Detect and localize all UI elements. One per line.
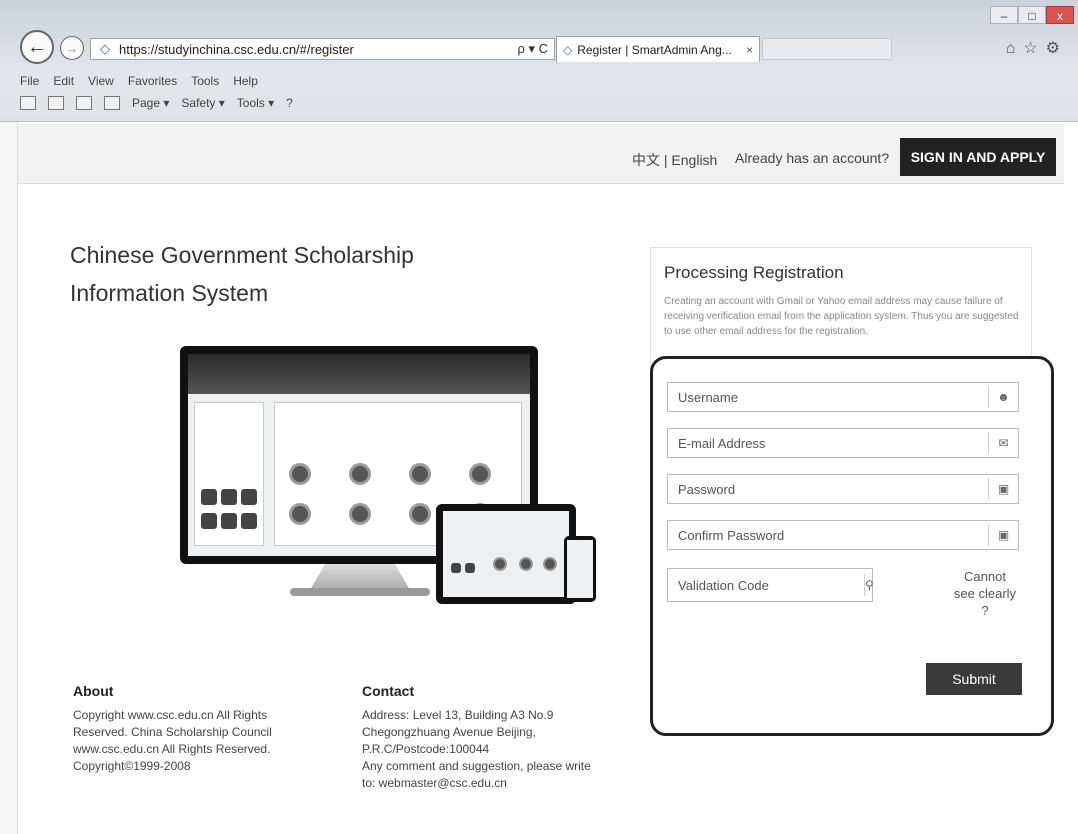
lock-icon: ▣	[988, 524, 1018, 546]
about-line: www.csc.edu.cn All Rights Reserved.	[73, 742, 271, 756]
cannot-see-clearly-link[interactable]: Cannot see clearly ?	[952, 568, 1018, 619]
registration-note: Creating an account with Gmail or Yahoo …	[664, 296, 1019, 337]
gear-icon[interactable]: ⚙	[1046, 40, 1068, 57]
print-icon[interactable]	[104, 96, 120, 110]
tab-favicon-icon: ◇	[563, 42, 573, 57]
contact-heading: Contact	[362, 683, 415, 699]
password-field: ▣	[667, 474, 1019, 504]
username-field: ☻	[667, 382, 1019, 412]
about-text: Copyright www.csc.edu.cn All Rights Rese…	[73, 707, 323, 775]
feeds-icon[interactable]	[48, 96, 64, 110]
menu-view[interactable]: View	[88, 74, 114, 88]
cmd-tools[interactable]: Tools ▾	[237, 96, 274, 110]
username-input[interactable]	[668, 383, 988, 411]
menu-file[interactable]: File	[20, 74, 39, 88]
devices-illustration	[180, 340, 600, 610]
contact-line: Any comment and suggestion, please write	[362, 759, 591, 773]
lang-chinese-link[interactable]: 中文	[632, 152, 660, 168]
about-heading: About	[73, 683, 114, 699]
phone-image	[564, 536, 596, 602]
close-icon[interactable]: x	[1046, 6, 1074, 24]
contact-text: Address: Level 13, Building A3 No.9 Cheg…	[362, 707, 642, 792]
address-url[interactable]: https://studyinchina.csc.edu.cn/#/regist…	[119, 42, 494, 57]
maximize-icon[interactable]: □	[1018, 6, 1046, 24]
confirm-password-field: ▣	[667, 520, 1019, 550]
back-arrow-icon[interactable]: ←	[20, 30, 54, 64]
user-icon: ☻	[988, 386, 1018, 408]
password-input[interactable]	[668, 475, 988, 503]
page-title: Chinese Government Scholarship Informati…	[70, 242, 414, 306]
browser-tools: ⌂☆⚙	[1006, 38, 1068, 58]
contact-line: P.R.C/Postcode:100044	[362, 742, 490, 756]
browser-chrome: – □ x ← → ◇ https://studyinchina.csc.edu…	[0, 0, 1078, 122]
forward-arrow-icon[interactable]: →	[60, 36, 84, 60]
language-switch: 中文 | English	[632, 150, 717, 170]
menu-help[interactable]: Help	[233, 74, 258, 88]
site-favicon-icon: ◇	[100, 41, 110, 56]
browser-command-bar: Page ▾ Safety ▾ Tools ▾ ?	[20, 96, 293, 110]
registration-title: Processing Registration	[664, 263, 844, 282]
contact-line: Chegongzhuang Avenue Beijing,	[362, 725, 536, 739]
home-icon[interactable]: ⌂	[1006, 40, 1024, 57]
tab-close-icon[interactable]: ×	[746, 43, 753, 57]
have-account-text: Already has an account?	[735, 150, 890, 166]
about-line: Reserved. China Scholarship Council	[73, 725, 272, 739]
mail-icon[interactable]	[76, 96, 92, 110]
browser-menubar: File Edit View Favorites Tools Help	[20, 74, 258, 88]
contact-email-line[interactable]: to: webmaster@csc.edu.cn	[362, 775, 642, 792]
lang-english-link[interactable]: English	[671, 152, 717, 168]
cmd-safety[interactable]: Safety ▾	[181, 96, 224, 110]
envelope-icon: ✉	[988, 432, 1018, 454]
validation-code-input[interactable]	[668, 569, 864, 601]
sign-in-and-apply-button[interactable]: SIGN IN AND APPLY	[900, 138, 1056, 176]
lock-icon: ▣	[988, 478, 1018, 500]
address-controls[interactable]: ρ ▾ C	[494, 41, 554, 57]
contact-line: Address: Level 13, Building A3 No.9	[362, 708, 554, 722]
about-line: Copyright www.csc.edu.cn All Rights	[73, 708, 268, 722]
cmd-page[interactable]: Page ▾	[132, 96, 169, 110]
browser-tab-register[interactable]: ◇ Register | SmartAdmin Ang... ×	[556, 36, 760, 62]
minimize-icon[interactable]: –	[990, 6, 1018, 24]
menu-favorites[interactable]: Favorites	[128, 74, 177, 88]
home-icon[interactable]	[20, 96, 36, 110]
key-icon: ⚲	[864, 574, 874, 596]
email-input[interactable]	[668, 429, 988, 457]
help-icon[interactable]: ?	[286, 96, 293, 110]
tab-title: Register | SmartAdmin Ang...	[577, 42, 732, 57]
email-field: ✉	[667, 428, 1019, 458]
confirm-password-input[interactable]	[668, 521, 988, 549]
menu-tools[interactable]: Tools	[191, 74, 219, 88]
validation-code-field: ⚲	[667, 568, 874, 602]
new-tab-area[interactable]	[762, 38, 892, 60]
lang-separator: |	[660, 152, 672, 168]
submit-button[interactable]: Submit	[926, 663, 1022, 695]
about-line: Copyright©1999-2008	[73, 759, 191, 773]
tablet-image	[436, 504, 576, 604]
address-bar[interactable]: ◇ https://studyinchina.csc.edu.cn/#/regi…	[90, 38, 555, 60]
page-left-edge	[0, 122, 18, 834]
menu-edit[interactable]: Edit	[53, 74, 74, 88]
star-icon[interactable]: ☆	[1023, 40, 1045, 57]
